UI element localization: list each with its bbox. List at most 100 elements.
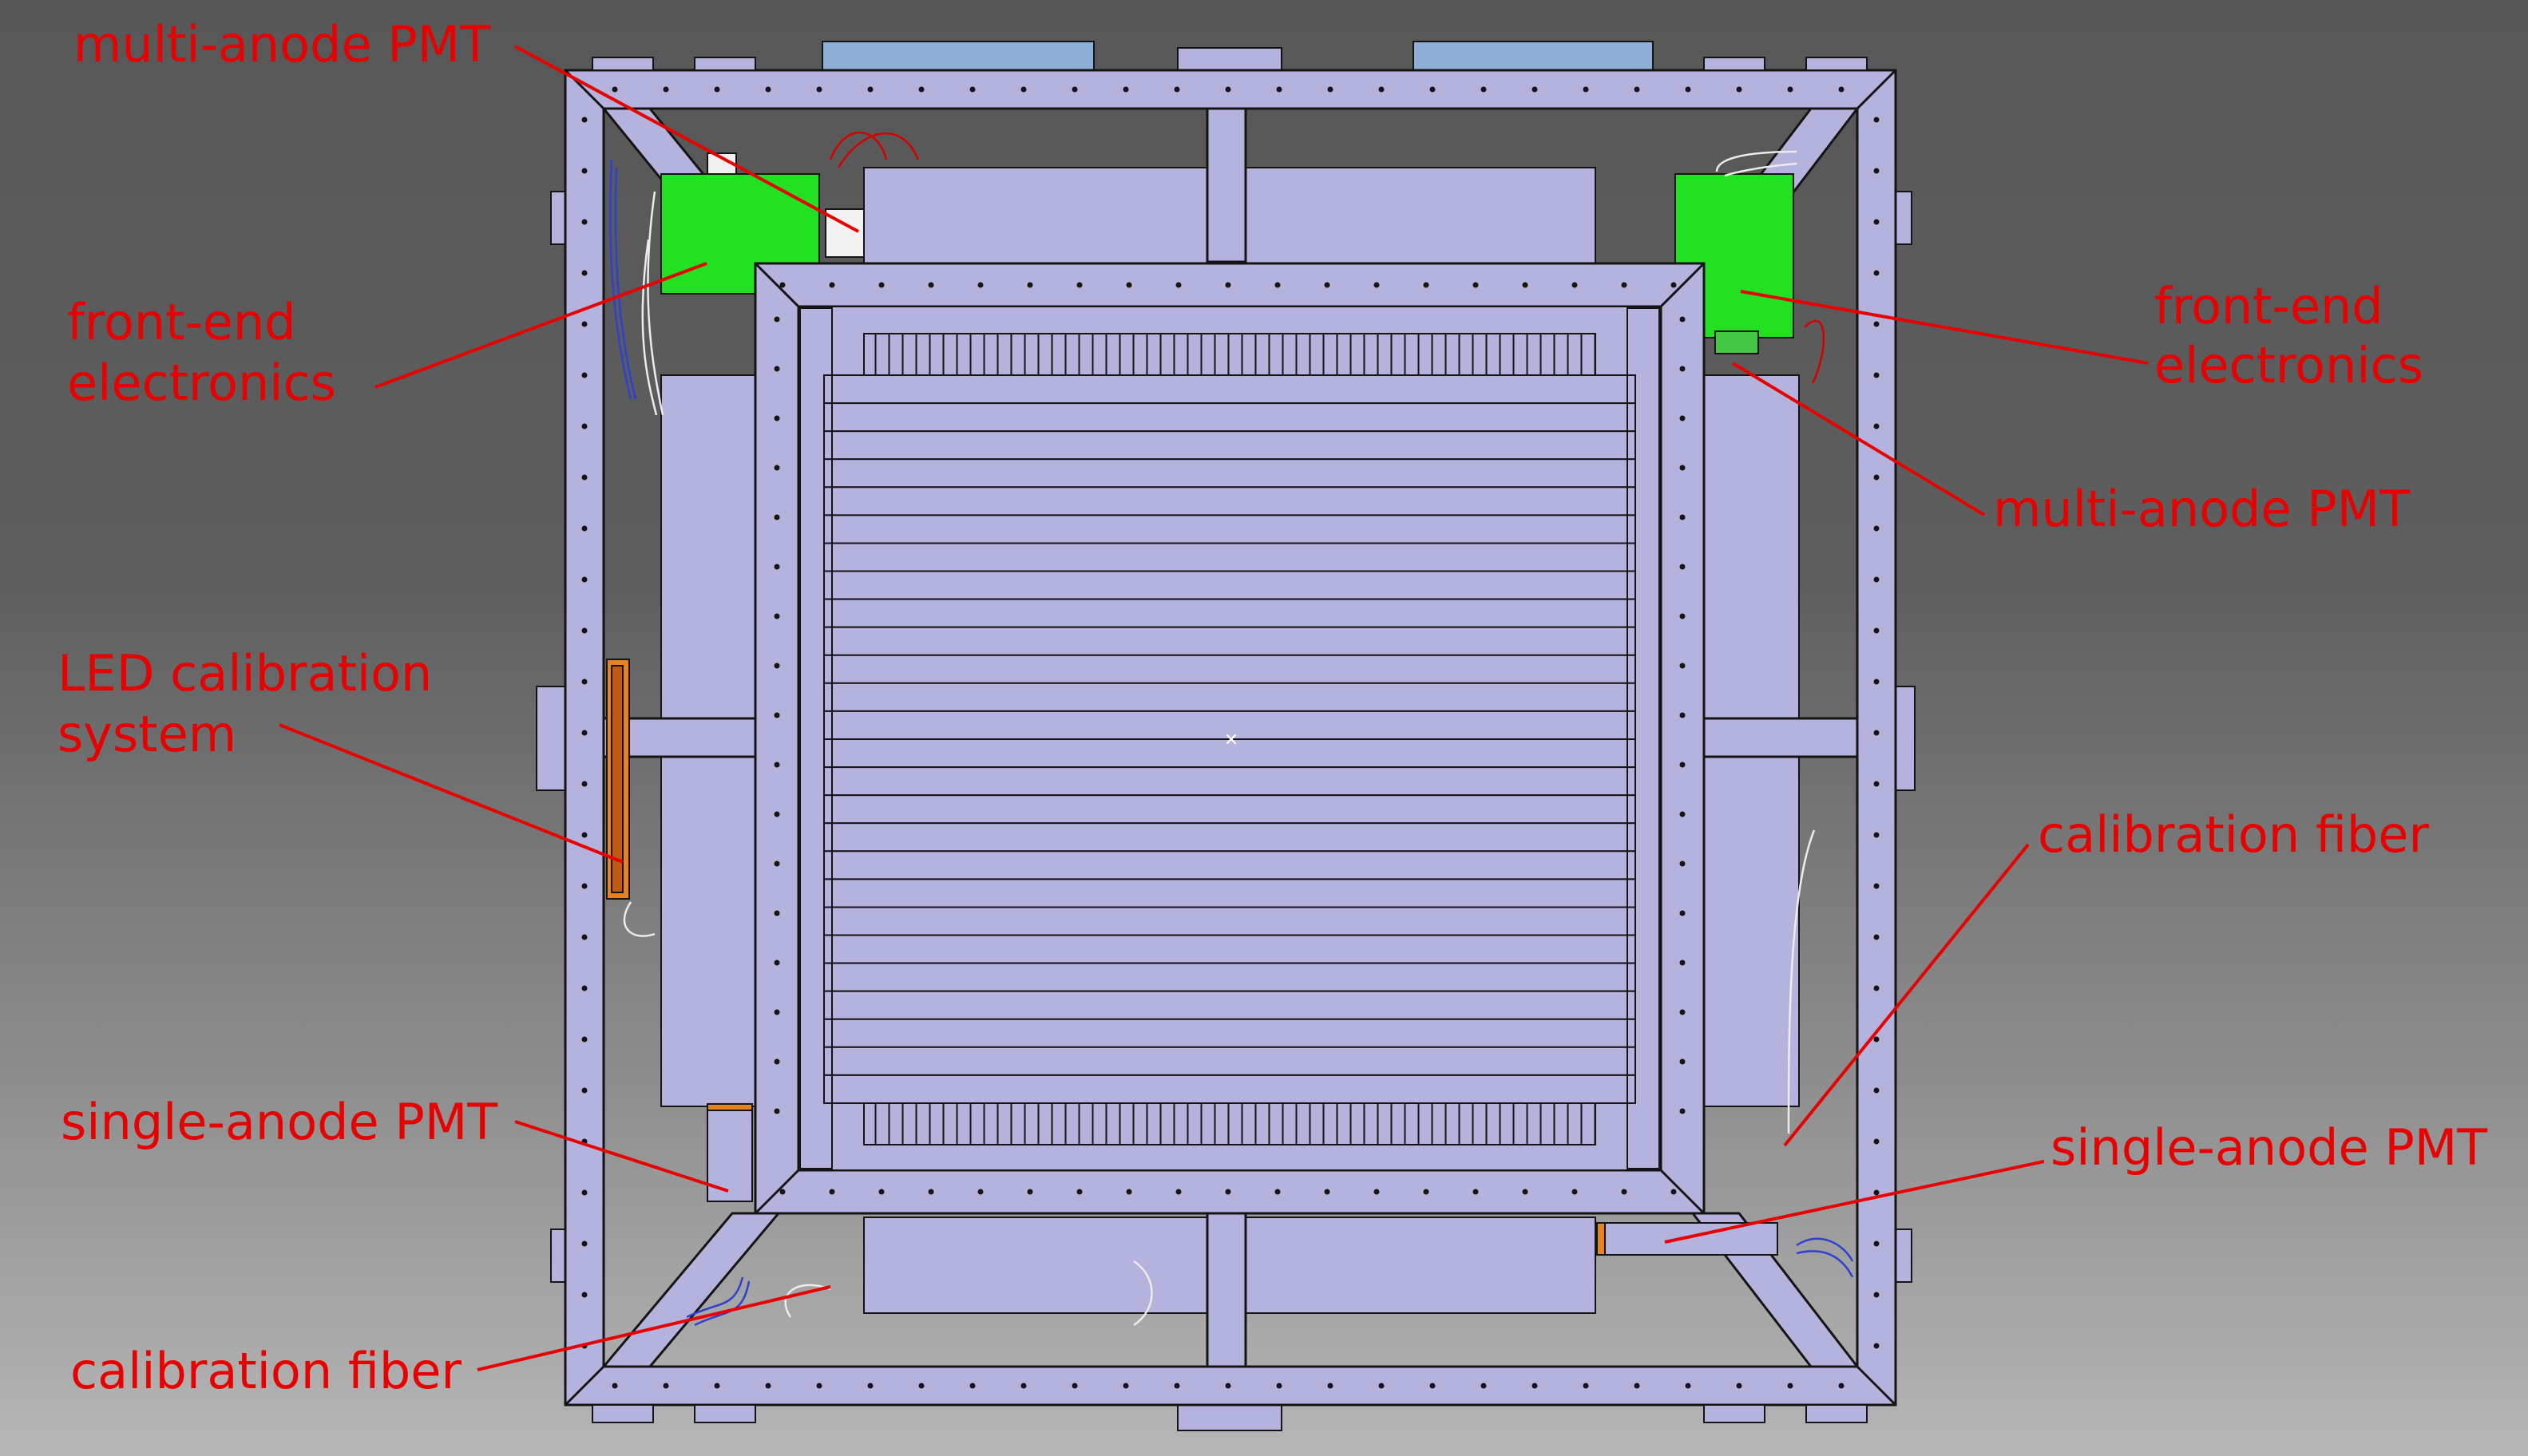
scintillator-bar [823,934,1636,964]
diagonal-brace [600,1212,782,1368]
bolt-icon [829,282,835,288]
bolt-icon [1873,1036,1880,1043]
bolt-icon [1873,781,1880,787]
leader-line-single-anode-pmt-right [1664,1160,2045,1244]
scintillator-bar [823,878,1636,908]
red-cable [837,132,920,168]
bolt-icon [774,316,780,322]
bolt-icon [1679,811,1686,817]
scintillator-bar [823,402,1636,433]
bolt-icon [1472,282,1479,288]
bolt-icon [1020,1383,1027,1389]
scintillator-bar [823,1074,1636,1105]
bolt-icon [581,832,588,838]
bolt-icon [1838,1383,1844,1389]
bolt-icon [1679,1058,1686,1065]
bolt-icon [867,86,874,93]
bolt-icon [774,514,780,520]
bolt-icon [581,1189,588,1196]
red-cable [1804,319,1825,384]
bolt-icon [1679,663,1686,669]
bolt-icon [581,117,588,123]
label-front-end-electronics-left-line2: electronics [67,354,336,412]
bolt-icon [714,86,720,93]
bolt-icon [969,1383,976,1389]
bolt-icon [774,366,780,372]
bolt-icon [1378,86,1385,93]
label-multi-anode-pmt-top-left: multi-anode PMT [73,15,491,73]
bolt-icon [1225,1383,1231,1389]
bolt-icon [1873,576,1880,583]
scintillator-bar [823,542,1636,572]
scintillator-bar [823,654,1636,684]
bolt-icon [1378,1383,1385,1389]
bolt-icon [1873,832,1880,838]
bolt-icon [1472,1189,1479,1195]
bolt-icon [969,86,976,93]
frame-foot [694,57,756,71]
bolt-icon [1736,86,1742,93]
bolt-icon [581,883,588,889]
scintillator-bar [823,374,1636,405]
bolt-icon [1522,282,1528,288]
bolt-icon [1276,1383,1282,1389]
label-single-anode-pmt-right: single-anode PMT [2051,1118,2488,1177]
bolt-icon [829,1189,835,1195]
bolt-icon [1480,1383,1487,1389]
bolt-icon [1873,1240,1880,1247]
bolt-icon [1076,282,1083,288]
bolt-icon [1175,282,1182,288]
bolt-icon [1873,219,1880,225]
label-calibration-fiber-right: calibration fiber [2038,805,2429,864]
bolt-icon [1274,1189,1281,1195]
scintillator-module: ✕ [798,306,1662,1171]
bolt-icon [581,1036,588,1043]
label-single-anode-pmt-left: single-anode PMT [61,1093,498,1151]
bolt-icon [1429,86,1436,93]
bolt-icon [1787,86,1793,93]
bolt-icon [878,1189,885,1195]
bolt-icon [867,1383,874,1389]
top-fiber-comb [863,333,1596,376]
bolt-icon [1679,712,1686,718]
scintillator-bar [823,458,1636,489]
bolt-icon [1324,282,1330,288]
label-led-calibration-system-line2: system [57,705,237,763]
bolt-icon [1583,1383,1589,1389]
bolt-icon [581,1087,588,1094]
top-connector-strip-left [822,41,1095,71]
scintillator-bar [823,682,1636,712]
bolt-icon [1531,1383,1538,1389]
bolt-icon [1123,1383,1129,1389]
center-mark-icon: ✕ [1224,730,1238,750]
bolt-icon [1838,86,1844,93]
scintillator-bar [823,906,1636,936]
frame-right-strut [1702,717,1859,758]
bolt-icon [1873,627,1880,634]
bolt-icon [1126,1189,1132,1195]
scintillator-bar [823,1018,1636,1048]
bolt-icon [1480,86,1487,93]
frame-bottom-strut [1206,1212,1247,1368]
bolt-icon [581,627,588,634]
frame-foot [694,1404,756,1423]
bolt-icon [1522,1189,1528,1195]
bolt-icon [1174,86,1180,93]
top-connector-strip-right [1413,41,1654,71]
bolt-icon [1072,86,1078,93]
bolt-icon [1327,86,1333,93]
bolt-icon [581,525,588,532]
bolt-icon [774,415,780,421]
bolt-icon [779,1189,786,1195]
bolt-icon [774,861,780,867]
leader-line-front-end-electronics-left [374,262,707,389]
bolt-icon [581,679,588,685]
bolt-icon [1873,1138,1880,1145]
bolt-icon [1873,730,1880,736]
bolt-icon [1873,270,1880,276]
bolt-icon [1873,117,1880,123]
bolt-icon [1736,1383,1742,1389]
bolt-icon [1670,1189,1677,1195]
bolt-icon [816,1383,822,1389]
bolt-icon [1571,282,1578,288]
